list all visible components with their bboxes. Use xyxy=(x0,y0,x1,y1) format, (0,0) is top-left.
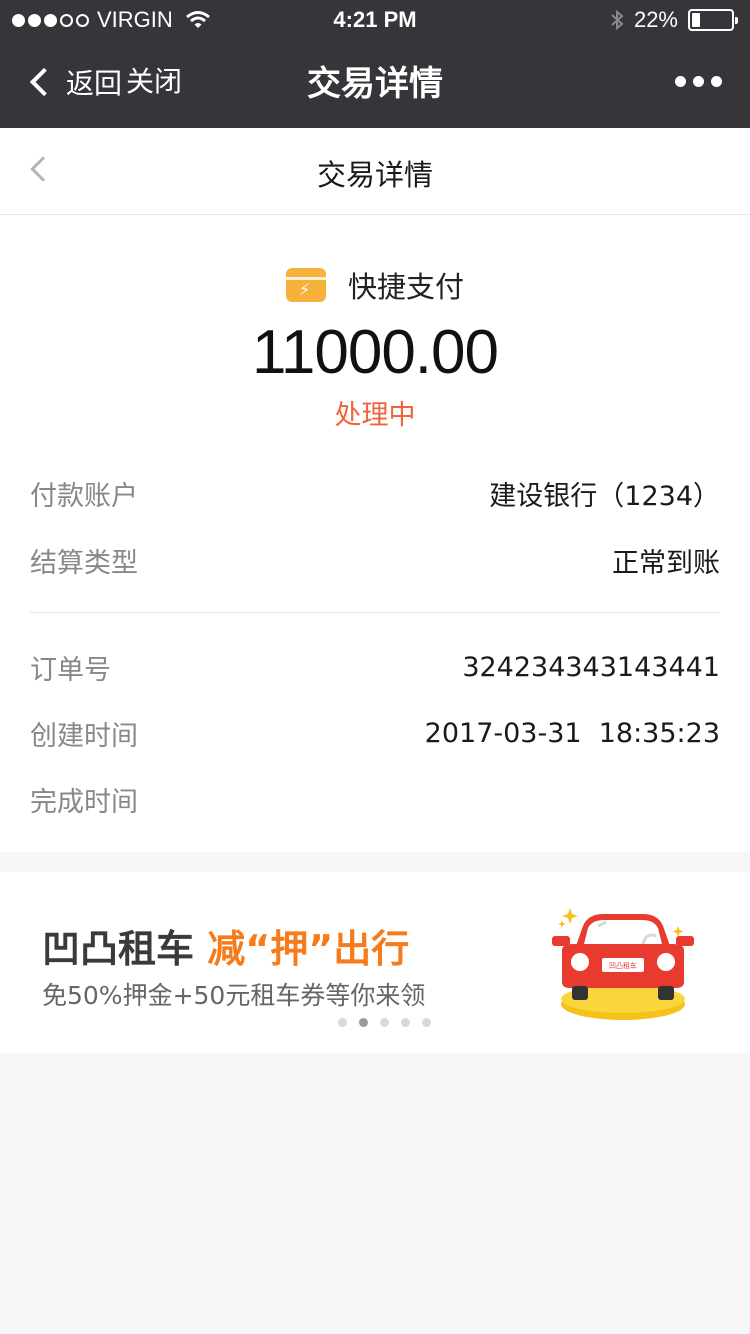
top-bar: VIRGIN 4:21 PM 22% 返回 关闭 交易详情 xyxy=(0,0,750,128)
detail-row-account: 付款账户 建设银行（1234） xyxy=(30,473,720,513)
detail-label: 完成时间 xyxy=(30,786,138,818)
detail-row-created-time: 创建时间 2017-03-31 18:35:23 xyxy=(30,713,720,753)
detail-label: 订单号 xyxy=(30,654,111,686)
detail-value: 建设银行（1234） xyxy=(489,480,720,512)
carousel-dot[interactable] xyxy=(338,1018,347,1027)
detail-label: 付款账户 xyxy=(30,480,138,512)
banner-slogan-b: “押” xyxy=(245,927,334,971)
red-car-illustration: 凹凸租车 xyxy=(552,908,694,1020)
transaction-status: 处理中 xyxy=(334,400,416,431)
detail-row-settlement: 结算类型 正常到账 xyxy=(30,540,720,580)
carousel-dots[interactable] xyxy=(338,1018,431,1027)
detail-row-order-number: 订单号 324234343143441 xyxy=(30,647,720,687)
nav-bar: 返回 关闭 交易详情 xyxy=(0,40,750,128)
quick-pay-icon: ⚡ xyxy=(285,268,326,302)
payment-method-label: 快捷支付 xyxy=(347,270,464,304)
banner-title: 凹凸租车 减“押”出行 xyxy=(42,918,409,973)
carousel-dot[interactable] xyxy=(401,1018,410,1027)
detail-row-finished-time: 完成时间 xyxy=(30,779,720,819)
carousel-dot[interactable] xyxy=(380,1018,389,1027)
battery-icon xyxy=(688,9,738,31)
detail-value: 324234343143441 xyxy=(462,651,720,683)
carousel-dot[interactable] xyxy=(422,1018,431,1027)
payment-method: ⚡ 快捷支付 xyxy=(0,265,750,305)
banner-brand: 凹凸租车 xyxy=(42,927,195,971)
more-dots-icon[interactable] xyxy=(675,76,722,87)
page-header: 交易详情 xyxy=(0,128,750,215)
section-divider xyxy=(30,612,720,613)
detail-value: 2017-03-31 18:35:23 xyxy=(424,717,720,749)
carousel-dot-active[interactable] xyxy=(359,1018,368,1027)
banner-slogan-a: 减 xyxy=(207,927,246,971)
bluetooth-icon xyxy=(611,9,624,31)
nav-title: 交易详情 xyxy=(307,64,443,104)
status-bar: VIRGIN 4:21 PM 22% xyxy=(0,0,750,40)
car-plate-text: 凹凸租车 xyxy=(609,961,637,970)
detail-label: 创建时间 xyxy=(30,720,138,752)
transaction-amount: 11000.00 xyxy=(252,318,499,387)
banner-subtitle: 免50%押金+50元租车券等你来领 xyxy=(42,981,426,1010)
transaction-card: ⚡ 快捷支付 11000.00 处理中 付款账户 建设银行（1234） 结算类型… xyxy=(0,215,750,852)
page-title: 交易详情 xyxy=(316,158,433,192)
battery-percent: 22% xyxy=(633,7,678,32)
detail-label: 结算类型 xyxy=(30,547,138,579)
banner-slogan-c: 出行 xyxy=(333,927,410,971)
detail-value: 正常到账 xyxy=(612,547,720,579)
promo-banner[interactable]: 凹凸租车 减“押”出行 免50%押金+50元租车券等你来领 凹凸租车 xyxy=(0,872,750,1053)
